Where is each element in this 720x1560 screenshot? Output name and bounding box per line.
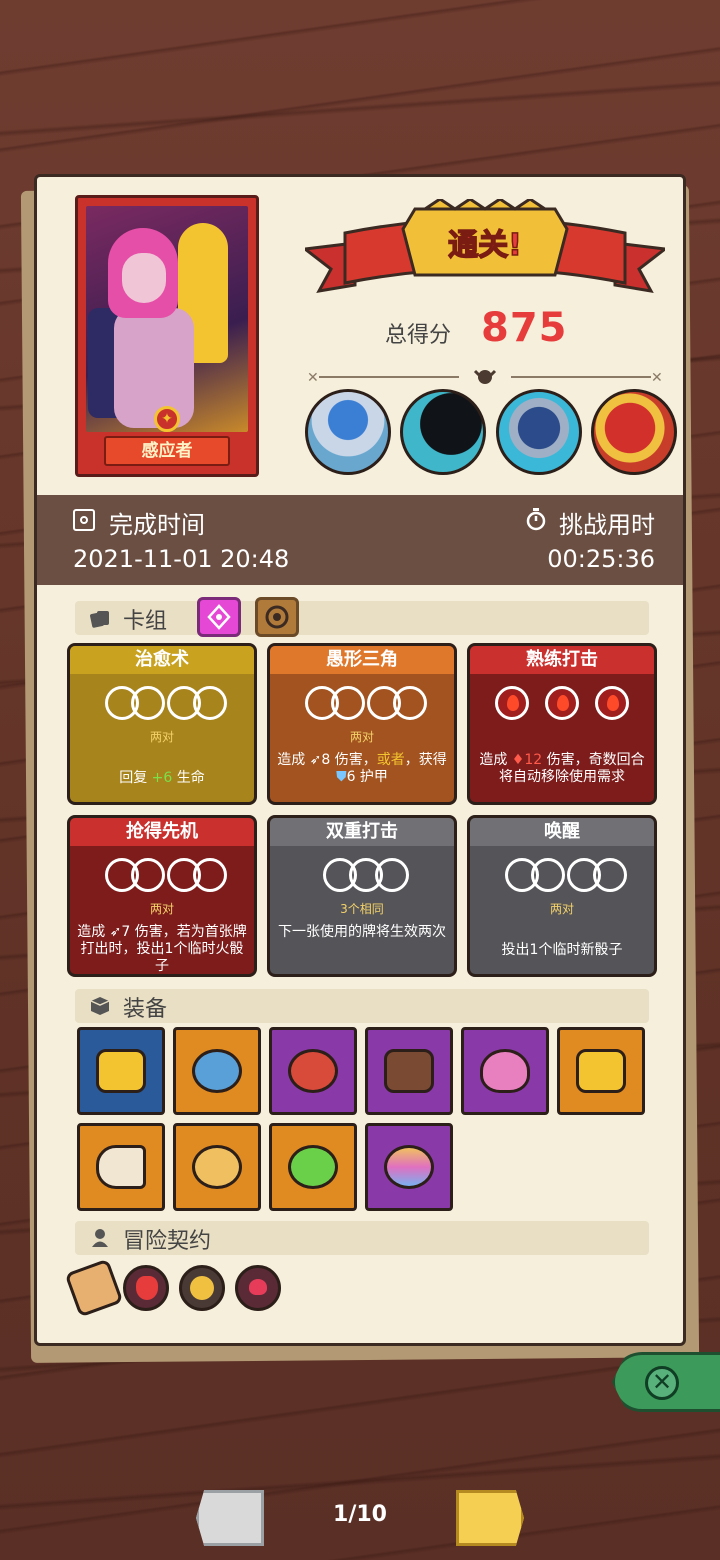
hero-body — [114, 308, 194, 428]
equip-heart-amulet-icon[interactable] — [461, 1027, 549, 1115]
dice-slots — [70, 858, 254, 904]
boss-mushroom-sage-icon[interactable] — [305, 389, 391, 475]
svg-text:✕: ✕ — [307, 370, 319, 386]
svg-text:✕: ✕ — [651, 370, 663, 386]
challenge-time-label: 挑战用时 — [559, 511, 655, 539]
boss-shadow-beast-icon[interactable] — [400, 389, 487, 475]
card-title: 抢得先机 — [70, 818, 254, 846]
dice-slots — [270, 686, 454, 732]
dice-slots — [270, 858, 454, 904]
card-description: 回复 +6 生命 — [119, 770, 205, 786]
cube-icon — [90, 997, 110, 1015]
card-double-strike[interactable]: 双重打击 3个相同 下一张使用的牌将生效两次 — [267, 815, 457, 977]
equip-eye-coin-icon[interactable] — [173, 1123, 261, 1211]
equip-crystal-orb-icon[interactable] — [365, 1123, 453, 1211]
completion-time-value: 2021-11-01 20:48 — [73, 545, 290, 573]
card-description: 造成 ➶8 伤害，或者，获得 ⛊6 护甲 — [277, 752, 447, 785]
card-requirement: 两对 — [149, 730, 174, 744]
dice-slots — [470, 686, 654, 732]
equip-fire-stone-icon[interactable] — [365, 1027, 453, 1115]
boss-armored-knight-icon[interactable] — [495, 389, 582, 475]
card-title: 愚形三角 — [270, 646, 454, 674]
card-requirement: 两对 — [549, 902, 574, 916]
equipment-title: 装备 — [123, 997, 168, 1022]
hero-emblem-icon: ✦ — [154, 406, 180, 432]
card-title: 唤醒 — [470, 818, 654, 846]
contracts-title: 冒险契约 — [123, 1229, 212, 1254]
fire-dice-icon — [495, 686, 529, 720]
fire-dice-icon — [595, 686, 629, 720]
page-indicator: 1/10 — [333, 1502, 387, 1527]
boss-divider: ✕ ✕ — [307, 369, 663, 386]
card-description: 造成 ♦12 伤害，奇数回合将自动移除使用需求 — [479, 752, 645, 785]
equip-spiked-collar-icon[interactable] — [269, 1027, 357, 1115]
card-skilled-strike[interactable]: 熟练打击 造成 ♦12 伤害，奇数回合将自动移除使用需求 — [467, 643, 657, 805]
film-clock-icon — [73, 509, 95, 531]
equip-golden-cross-icon[interactable] — [557, 1027, 645, 1115]
result-panel: ✦ 感应者 通关! 总得分 875 ✕ ✕ 完成时间 2021-11-01 20… — [34, 174, 686, 1346]
challenge-time-value: 00:25:36 — [547, 545, 655, 573]
magic-eye-icon — [207, 604, 231, 630]
next-page-button[interactable] — [456, 1490, 524, 1546]
deck-tab-spiral[interactable] — [255, 597, 299, 637]
card-requirement: 两对 — [149, 902, 174, 916]
equip-horn-icon[interactable] — [77, 1123, 165, 1211]
card-description: 造成 ➶7 伤害，若为首张牌打出时，投出1个临时火骰子 — [77, 924, 247, 974]
contract-red-demon-icon[interactable] — [123, 1265, 169, 1311]
dice-slots — [70, 686, 254, 732]
dice-slots — [470, 858, 654, 904]
contracts-section-header: 冒险契约 — [75, 1221, 649, 1255]
deck-section-header: 卡组 — [75, 597, 649, 637]
hero-portrait[interactable]: ✦ 感应者 — [75, 195, 259, 477]
fire-dice-icon — [545, 686, 579, 720]
contract-gold-coin-icon[interactable] — [179, 1265, 225, 1311]
equip-battle-axe-icon[interactable] — [173, 1027, 261, 1115]
card-requirement: 3个相同 — [340, 902, 384, 916]
score-label: 总得分 — [385, 323, 452, 348]
deck-title: 卡组 — [123, 609, 168, 634]
deck-tab-magic[interactable] — [197, 597, 241, 637]
card-seize-initiative[interactable]: 抢得先机 两对 造成 ➶7 伤害，若为首张牌打出时，投出1个临时火骰子 — [67, 815, 257, 977]
victory-title: 通关! — [448, 228, 522, 263]
spiral-icon — [265, 605, 289, 629]
card-awaken[interactable]: 唤醒 两对 投出1个临时新骰子 — [467, 815, 657, 977]
prev-page-button[interactable] — [196, 1490, 264, 1546]
cards-icon — [90, 611, 109, 628]
equip-crown-helmet-icon[interactable] — [77, 1027, 165, 1115]
close-icon[interactable]: ✕ — [645, 1366, 679, 1400]
card-title: 双重打击 — [270, 818, 454, 846]
card-description: 下一张使用的牌将生效两次 — [278, 924, 446, 940]
card-title: 熟练打击 — [470, 646, 654, 674]
contract-scroll-icon[interactable] — [64, 1258, 124, 1318]
victory-ribbon: 通关! — [305, 199, 665, 293]
card-clumsy-triangle[interactable]: 愚形三角 两对 造成 ➶8 伤害，或者，获得 ⛊6 护甲 — [267, 643, 457, 805]
card-requirement: 两对 — [349, 730, 374, 744]
completion-time-label: 完成时间 — [109, 511, 205, 539]
equip-green-potion-icon[interactable] — [269, 1123, 357, 1211]
equipment-section-header: 装备 — [75, 989, 649, 1023]
defeated-bosses — [305, 389, 677, 481]
person-icon — [92, 1229, 108, 1247]
card-heal[interactable]: 治愈术 两对 回复 +6 生命 — [67, 643, 257, 805]
score-value: 875 — [481, 305, 568, 351]
stopwatch-icon — [526, 508, 546, 531]
card-title: 治愈术 — [70, 646, 254, 674]
contract-heart-icon[interactable] — [235, 1265, 281, 1311]
card-description: 投出1个临时新骰子 — [501, 942, 623, 958]
hero-name: 感应者 — [104, 436, 230, 466]
time-bar: 完成时间 2021-11-01 20:48 挑战用时 00:25:36 — [37, 495, 683, 585]
hero-face — [122, 253, 166, 303]
boss-red-demon-icon[interactable] — [590, 389, 677, 475]
